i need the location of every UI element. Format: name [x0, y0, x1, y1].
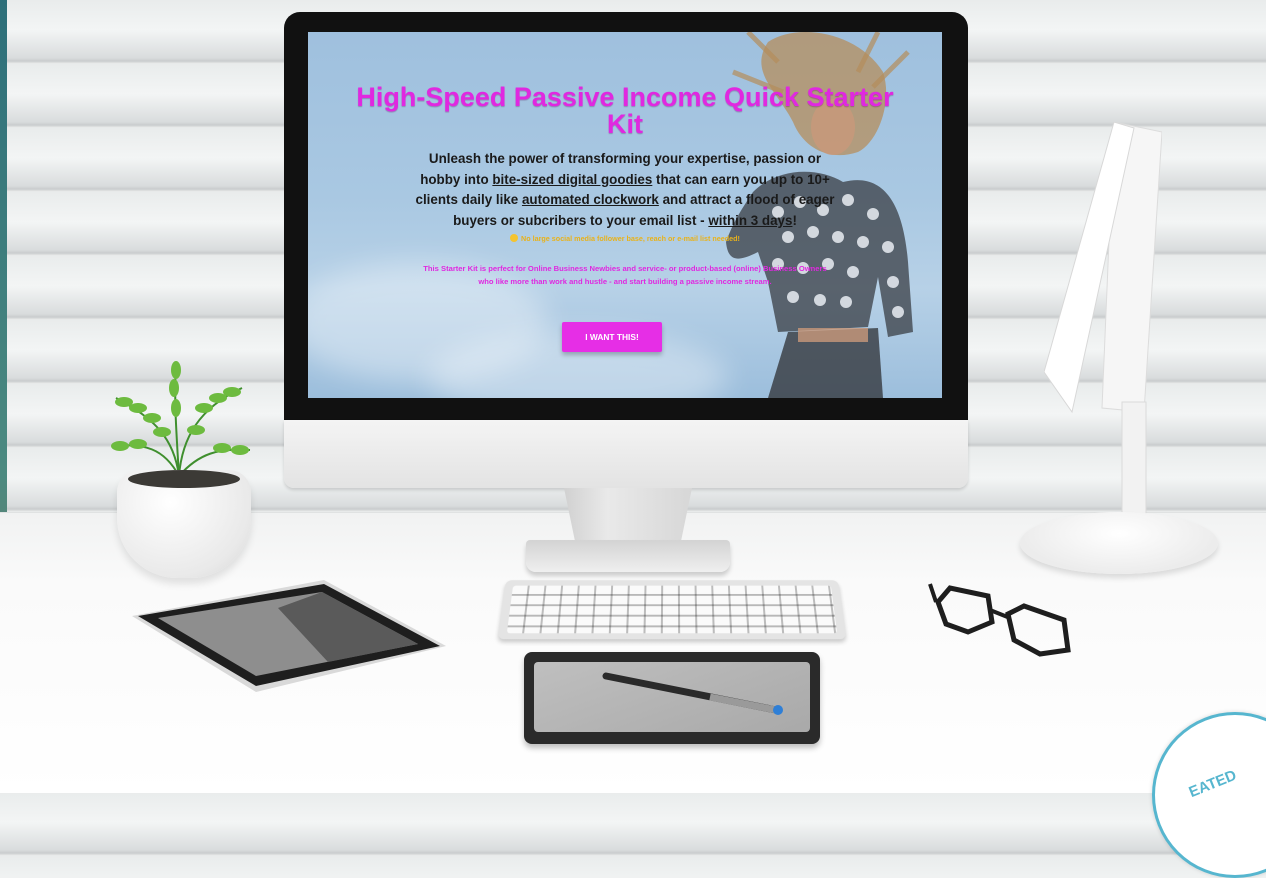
keyboard-keys: [506, 585, 838, 634]
hero-description: This Starter Kit is perfect for Online B…: [423, 264, 827, 286]
svg-text:EATED: EATED: [1186, 767, 1239, 798]
landing-hero: High-Speed Passive Income Quick Starter …: [308, 32, 942, 398]
link-within-3-days[interactable]: within 3 days: [708, 213, 792, 228]
plant-soil: [128, 470, 240, 488]
hero-note: No large social media follower base, rea…: [428, 234, 822, 244]
stylus-pen-icon: [602, 672, 783, 715]
page-title: High-Speed Passive Income Quick Starter …: [356, 82, 894, 139]
desk-lamp: [1044, 122, 1162, 533]
monitor-stand-base: [526, 540, 730, 572]
smiley-emoji-icon: [510, 234, 519, 242]
keyboard: [497, 580, 847, 640]
badge-text: EATED: [1186, 767, 1239, 798]
link-bite-sized-digital-goodies[interactable]: bite-sized digital goodies: [492, 172, 652, 187]
hero-subtitle: Unleash the power of transforming your e…: [415, 151, 835, 228]
monitor-chin: [284, 420, 968, 488]
potted-plant: [111, 361, 251, 477]
lamp-base: [1020, 512, 1218, 574]
eyeglasses: [928, 583, 1071, 657]
link-automated-clockwork[interactable]: automated clockwork: [522, 192, 659, 207]
monitor-screen: High-Speed Passive Income Quick Starter …: [308, 32, 942, 398]
tablet-device: [132, 580, 446, 692]
i-want-this-button[interactable]: I WANT THIS!: [562, 322, 662, 352]
